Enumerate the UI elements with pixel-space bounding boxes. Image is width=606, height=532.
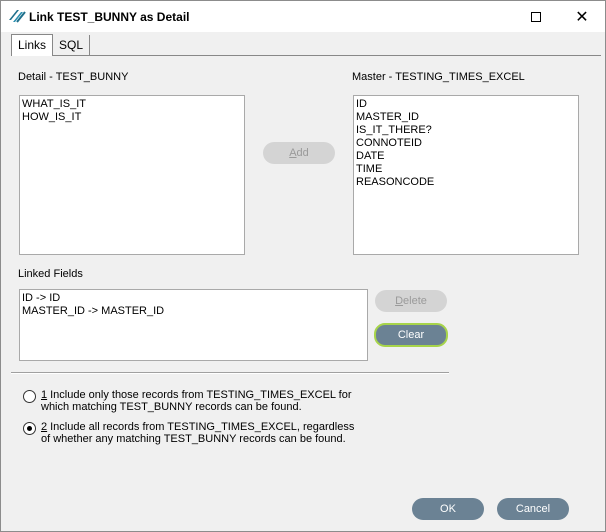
linked-fields-label: Linked Fields xyxy=(18,268,83,280)
radio-option-2[interactable] xyxy=(23,422,36,435)
add-button-mnemonic: A xyxy=(289,147,297,159)
close-button[interactable]: ✕ xyxy=(559,1,605,32)
list-item[interactable]: MASTER_ID -> MASTER_ID xyxy=(21,305,366,318)
option-1-number: 1 xyxy=(41,389,48,401)
delete-button[interactable]: Delete xyxy=(375,290,447,312)
list-item[interactable]: TIME xyxy=(355,163,577,176)
maximize-button[interactable] xyxy=(513,1,559,32)
option-2-text: 2 Include all records from TESTING_TIMES_… xyxy=(41,421,361,445)
list-item[interactable]: IS_IT_THERE? xyxy=(355,124,577,137)
list-item[interactable]: CONNOTEID xyxy=(355,137,577,150)
option-1-label: Include only those records from TESTING_… xyxy=(41,389,352,413)
maximize-icon xyxy=(531,11,541,22)
list-item[interactable]: WHAT_IS_IT xyxy=(21,98,243,111)
master-fields-list[interactable]: ID MASTER_ID IS_IT_THERE? CONNOTEID DATE… xyxy=(353,95,579,255)
ok-button[interactable]: OK xyxy=(412,498,484,520)
list-item[interactable]: MASTER_ID xyxy=(355,111,577,124)
cancel-button[interactable]: Cancel xyxy=(497,498,569,520)
detail-label: Detail - TEST_BUNNY xyxy=(18,71,129,83)
option-1-text: 1 Include only those records from TESTING… xyxy=(41,389,361,413)
tab-strip: Links SQL xyxy=(11,34,91,56)
list-item[interactable]: HOW_IS_IT xyxy=(21,111,243,124)
ok-button-label: OK xyxy=(440,503,456,515)
list-item[interactable]: ID xyxy=(355,98,577,111)
master-label: Master - TESTING_TIMES_EXCEL xyxy=(352,71,525,83)
option-inner-join[interactable]: 1 Include only those records from TESTING… xyxy=(23,389,361,413)
separator-highlight xyxy=(11,373,449,374)
title-bar: Link TEST_BUNNY as Detail ✕ xyxy=(1,1,605,32)
clear-button[interactable]: Clear xyxy=(374,323,448,347)
clear-button-label: Clear xyxy=(397,329,425,341)
option-outer-join[interactable]: 2 Include all records from TESTING_TIMES_… xyxy=(23,421,361,445)
tab-sql[interactable]: SQL xyxy=(53,35,91,56)
tab-divider xyxy=(11,55,601,56)
list-item[interactable]: DATE xyxy=(355,150,577,163)
list-item[interactable]: REASONCODE xyxy=(355,176,577,189)
delete-button-mnemonic: D xyxy=(395,295,404,307)
list-item[interactable]: ID -> ID xyxy=(21,292,366,305)
linked-fields-list[interactable]: ID -> ID MASTER_ID -> MASTER_ID xyxy=(19,289,368,361)
tab-links[interactable]: Links xyxy=(11,34,54,56)
dialog-window: Link TEST_BUNNY as Detail ✕ Links SQL De… xyxy=(0,0,606,532)
cancel-button-label: Cancel xyxy=(515,503,551,515)
detail-fields-list[interactable]: WHAT_IS_IT HOW_IS_IT xyxy=(19,95,245,255)
option-2-number: 2 xyxy=(41,421,48,433)
add-button[interactable]: Add xyxy=(263,142,335,164)
add-button-label: dd xyxy=(296,147,309,159)
app-icon xyxy=(9,10,26,23)
option-2-label: Include all records from TESTING_TIMES_E… xyxy=(41,421,355,445)
close-icon: ✕ xyxy=(575,8,589,26)
delete-button-label: elete xyxy=(403,295,427,307)
radio-option-1[interactable] xyxy=(23,390,36,403)
window-title: Link TEST_BUNNY as Detail xyxy=(29,10,190,24)
